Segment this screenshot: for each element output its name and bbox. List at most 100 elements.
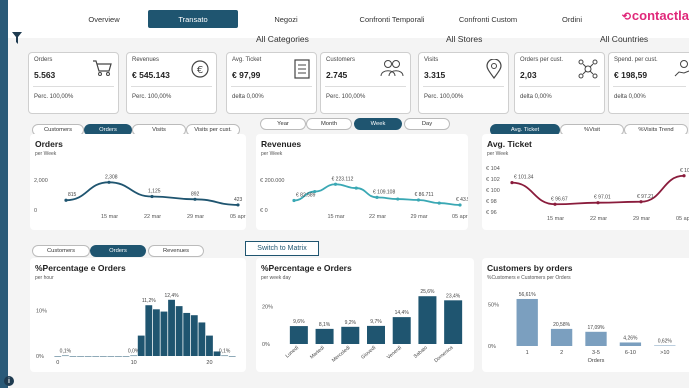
kpi-value: 3.315 — [424, 70, 446, 80]
bar — [115, 356, 122, 357]
orders-chart-panel: Orders per Week 2,000 0 815 2,308 1,125 892 42… — [30, 134, 246, 230]
kpi-card-customers: Customers 2.745 Perc. 100,00% — [320, 52, 411, 114]
data-label: € 43.593 — [456, 197, 468, 203]
kpi-card-orders: Orders 5.563 Perc. 100,00% — [28, 52, 119, 114]
x-tick-label: 15 mar — [101, 214, 118, 220]
kpi-title: Orders — [34, 57, 53, 63]
tab-overview[interactable]: Overview — [68, 10, 140, 28]
data-point — [596, 201, 600, 205]
kpi-card-spend-per-cust: Spend. per cust. € 198,59 delta 0,00% — [608, 52, 689, 114]
bar — [206, 335, 213, 356]
receipt-icon — [294, 59, 310, 79]
data-point — [193, 197, 197, 201]
hourly-bar-chart: 10%0%0,1% 0,0%11,2%12,4%0,1%0 10 20 — [36, 293, 236, 366]
tab-ordini[interactable]: Ordini — [538, 10, 606, 28]
data-point — [354, 186, 358, 190]
hand-coin-icon — [674, 60, 689, 77]
y-tick-label: € 100 — [486, 188, 500, 194]
bar — [228, 356, 236, 357]
bar — [61, 355, 69, 357]
switch-to-matrix-button[interactable]: Switch to Matrix — [245, 241, 319, 256]
bar — [585, 331, 607, 346]
x-tick-label: Lunedì — [285, 345, 301, 360]
kpi-card-avg-ticket: Avg. Ticket € 97,99 delta 0,00% — [226, 52, 317, 114]
period-month[interactable]: Month — [306, 118, 352, 130]
data-label: € 97.01 — [594, 195, 611, 201]
kpi-card-revenues: Revenues € 545.143 Perc. 100,00% € — [126, 52, 217, 114]
bar — [190, 315, 198, 356]
avg-ticket-line-chart: € 104 € 102 € 100 € 98 € 96 € 101.34 € 96.67 € … — [486, 166, 689, 222]
kpi-title: Revenues — [132, 57, 160, 63]
data-label: 56,61% — [519, 292, 537, 298]
bar — [654, 345, 676, 346]
tab-transato[interactable]: Transato — [148, 10, 238, 28]
x-tick-label: Giovedì — [360, 345, 378, 361]
bar — [145, 305, 153, 356]
toggle-customers-2[interactable]: Customers — [32, 245, 90, 257]
filter-icon[interactable] — [12, 32, 22, 44]
toggle-revenues-2[interactable]: Revenues — [148, 245, 204, 257]
x-tick-label: Venerdì — [386, 345, 404, 361]
customers-by-orders-bar-chart: 50% 0% 56,61% 1 20,58% 2 17,09% 3-5 4,26% 6-10 0,6… — [488, 292, 676, 364]
kpi-title: Spend. per cust. — [614, 57, 658, 63]
orders-line-chart: 2,000 0 815 2,308 1,125 892 423 15 mar 22 mar 29 … — [34, 174, 246, 220]
kpi-value: € 97,99 — [232, 70, 261, 80]
hourly-bar-panel: %Percentage e Orders per hour 10% 0% 0,1% 0… — [30, 258, 246, 372]
data-label: € 101.34 — [514, 175, 534, 181]
x-tick-label: 3-5 — [592, 350, 600, 356]
revenues-line-chart: € 200.000 € 0 € 82.589 € 223.112 € 109.108 € … — [260, 176, 468, 220]
data-label: 1,125 — [148, 189, 161, 195]
bar — [137, 335, 145, 356]
kpi-perc: Perc. 100,00% — [34, 94, 74, 100]
data-label: 0,1% — [219, 349, 231, 355]
bar — [69, 356, 77, 357]
data-label: 815 — [68, 192, 77, 198]
x-tick-label: >10 — [660, 350, 669, 356]
x-tick-label: 29 mar — [411, 214, 428, 220]
kpi-value: 2.745 — [326, 70, 348, 80]
period-week[interactable]: Week — [354, 118, 402, 130]
kpi-title: Customers — [326, 57, 356, 63]
kpi-value: 5.563 — [34, 70, 56, 80]
kpi-perc: Perc. 100,00% — [326, 94, 366, 100]
filter-countries[interactable]: All Countries — [600, 34, 648, 44]
y-tick-label: € 104 — [486, 166, 500, 172]
x-tick-label: 05 apr — [452, 214, 468, 220]
y-tick-label: € 200.000 — [260, 178, 284, 184]
period-day[interactable]: Day — [404, 118, 450, 130]
data-label: € 109.108 — [373, 189, 395, 195]
x-axis-label: Orders — [588, 358, 605, 364]
bar — [183, 312, 191, 356]
y-tick-label: 50% — [488, 302, 499, 308]
kpi-perc: delta 0,00% — [232, 94, 264, 100]
bar — [289, 326, 308, 344]
data-label: 9,2% — [345, 320, 357, 326]
data-label: 20,58% — [553, 322, 571, 328]
tab-negozi[interactable]: Negozi — [256, 10, 316, 28]
y-tick-label: € 0 — [260, 208, 268, 214]
y-tick-label: € 98 — [486, 199, 497, 205]
kpi-title: Visits — [424, 57, 439, 63]
data-point — [107, 180, 111, 184]
bar — [130, 355, 138, 357]
bar — [444, 300, 463, 344]
tab-confronti-custom[interactable]: Confronti Custom — [438, 10, 538, 28]
kpi-title: Orders per cust. — [520, 57, 564, 63]
avg-ticket-chart-panel: Avg. Ticket per Week € 104 € 102 € 100 € 98… — [482, 134, 689, 230]
bar — [516, 298, 538, 346]
x-tick-label: 05 apr — [230, 214, 246, 220]
kpi-perc: Perc. 100,00% — [424, 94, 464, 100]
x-tick-label: 2 — [560, 350, 563, 356]
x-tick-label: 15 mar — [328, 214, 345, 220]
toggle-orders-2[interactable]: Orders — [90, 245, 146, 257]
info-icon[interactable]: i — [4, 376, 14, 386]
period-year[interactable]: Year — [260, 118, 306, 130]
filter-categories[interactable]: All Categories — [256, 34, 309, 44]
tab-confronti-temporali[interactable]: Confronti Temporali — [342, 10, 442, 28]
top-nav: Overview Transato Negozi Confronti Tempo… — [8, 0, 689, 38]
data-label: € 86.711 — [415, 192, 434, 198]
data-label: € 97.21 — [637, 194, 654, 200]
bar — [84, 356, 92, 357]
filter-stores[interactable]: All Stores — [446, 34, 482, 44]
data-point — [458, 203, 462, 207]
